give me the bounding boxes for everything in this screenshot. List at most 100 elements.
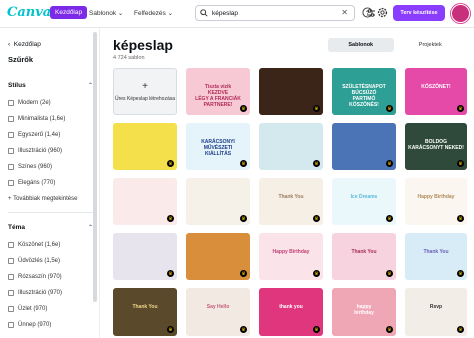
create-blank-postcard-button[interactable]: + Üres Képeslap létrehozása <box>113 68 177 115</box>
crown-icon: ♛ <box>457 270 464 277</box>
checkbox[interactable] <box>8 148 14 154</box>
template-card[interactable]: Thank You ♛ <box>259 178 323 225</box>
crown-icon: ♛ <box>313 270 320 277</box>
template-card[interactable]: Happy Birthday ♛ <box>405 178 467 225</box>
checkbox[interactable] <box>8 180 14 186</box>
crown-icon: ♛ <box>240 326 247 333</box>
top-bar: Canva Kezdőlap Sablonok ⌄ Felfedezés ⌄ k… <box>0 0 474 28</box>
checkbox[interactable] <box>8 322 14 328</box>
checkbox[interactable] <box>8 100 14 106</box>
template-card-text: Thank You <box>132 304 158 310</box>
template-card[interactable]: Thank You ♛ <box>113 288 177 336</box>
style-section-header[interactable]: Stílus <box>8 82 26 89</box>
tab-projects[interactable]: Projektek <box>398 38 464 52</box>
crown-icon: ♛ <box>313 105 320 112</box>
template-card[interactable]: SZÜLETÉSNAPOT BÚCSÚZÓ PARTIMÓ KÖSZÖNÉS! ♛ <box>332 68 396 115</box>
crown-icon: ♛ <box>240 160 247 167</box>
see-more-link[interactable]: + Továbbiak megtekintése <box>8 196 77 202</box>
crown-icon: ♛ <box>386 270 393 277</box>
nav-templates[interactable]: Sablonok ⌄ <box>89 9 123 17</box>
plus-icon: + <box>142 80 148 92</box>
avatar[interactable] <box>451 4 470 23</box>
nav-discover[interactable]: Felfedezés ⌄ <box>134 9 173 17</box>
template-card[interactable]: Happy Birthday ♛ <box>259 233 323 280</box>
template-card[interactable]: ♛ <box>186 233 250 280</box>
template-card[interactable]: thank you ♛ <box>259 288 323 336</box>
template-card[interactable]: Thank You ♛ <box>405 233 467 280</box>
template-card[interactable]: happy birthday ♛ <box>332 288 396 336</box>
template-card[interactable]: ♛ <box>259 123 323 170</box>
template-card-text: KÖSZÖNET! <box>421 83 451 90</box>
filter-greeting[interactable]: Üdvözlés (1,5e) <box>8 256 60 266</box>
template-card-text: BOLDOG KARÁCSONYT NEKED! <box>408 138 464 151</box>
checkbox[interactable] <box>8 242 14 248</box>
tab-bar: Sablonok Projektek <box>328 38 463 52</box>
checkbox[interactable] <box>8 164 14 170</box>
checkbox[interactable] <box>8 306 14 312</box>
template-card[interactable]: Ice Dreams ♛ <box>332 178 396 225</box>
divider <box>8 212 94 213</box>
nav-home[interactable]: Kezdőlap <box>50 6 88 19</box>
filter-holiday[interactable]: Ünnep (970) <box>8 320 51 330</box>
template-card-text: Tiszta vizik KEZDVE LÉGY A FRANCIÁK PART… <box>195 83 241 108</box>
crown-icon: ♛ <box>457 160 464 167</box>
template-card[interactable]: KARÁCSONYI MŰVÉSZETI KIÁLLÍTÁS ♛ <box>186 123 250 170</box>
crown-icon: ♛ <box>167 326 174 333</box>
template-card[interactable]: KÖSZÖNET! ♛ <box>405 68 467 115</box>
template-card[interactable]: ♛ <box>259 68 323 115</box>
crown-icon: ♛ <box>240 215 247 222</box>
template-card[interactable]: ♛ <box>113 233 177 280</box>
crown-icon: ♛ <box>240 270 247 277</box>
template-card[interactable]: Rsvp ♛ <box>405 288 467 336</box>
clear-icon[interactable]: ✕ <box>341 8 348 17</box>
filter-minimalist[interactable]: Minimalista (1,6e) <box>8 114 65 124</box>
search-input[interactable]: képeslap <box>212 10 238 17</box>
page-title: képeslap <box>113 37 173 53</box>
template-card[interactable]: Thank You ♛ <box>332 233 396 280</box>
checkbox[interactable] <box>8 132 14 138</box>
filter-thanks[interactable]: Köszönet (1,6e) <box>8 240 60 250</box>
back-home-link[interactable]: ‹ Kezdőlap <box>8 41 41 48</box>
crown-icon: ♛ <box>167 215 174 222</box>
template-count: 4 724 sablon <box>113 55 145 61</box>
create-design-button[interactable]: Terv készítése <box>393 5 445 21</box>
crown-icon: ♛ <box>386 105 393 112</box>
crown-icon: ♛ <box>457 105 464 112</box>
search-box[interactable]: képeslap ✕ <box>195 5 375 21</box>
template-card-text: Rsvp <box>429 304 443 310</box>
checkbox[interactable] <box>8 116 14 122</box>
theme-section-header[interactable]: Téma <box>8 224 25 231</box>
gear-icon[interactable] <box>377 7 388 18</box>
crown-icon: ♛ <box>386 326 393 333</box>
template-card[interactable]: BOLDOG KARÁCSONYT NEKED! ♛ <box>405 123 467 170</box>
checkbox[interactable] <box>8 274 14 280</box>
filter-elegant[interactable]: Elegáns (770) <box>8 178 55 188</box>
crown-icon: ♛ <box>240 105 247 112</box>
template-card[interactable]: ♛ <box>113 178 177 225</box>
template-card[interactable]: ♛ <box>332 123 396 170</box>
filter-colorful[interactable]: Színes (960) <box>8 162 52 172</box>
template-card-text: SZÜLETÉSNAPOT BÚCSÚZÓ PARTIMÓ KÖSZÖNÉS! <box>342 83 386 108</box>
checkbox[interactable] <box>8 290 14 296</box>
filter-illustration-theme[interactable]: Illusztráció (970) <box>8 288 62 298</box>
template-card-text: Happy Birthday <box>272 248 310 255</box>
template-card-text: Thank You <box>423 248 449 255</box>
template-card-text: Thank You <box>278 193 304 200</box>
checkbox[interactable] <box>8 258 14 264</box>
filter-illustration[interactable]: Illusztráció (960) <box>8 146 62 156</box>
template-card[interactable]: ♛ <box>113 123 177 170</box>
filter-modern[interactable]: Modern (2e) <box>8 98 51 108</box>
template-card[interactable]: Tiszta vizik KEZDVE LÉGY A FRANCIÁK PART… <box>186 68 250 115</box>
canva-logo[interactable]: Canva <box>7 5 51 20</box>
crown-icon: ♛ <box>386 160 393 167</box>
help-icon[interactable]: ? <box>362 7 373 18</box>
filter-pink[interactable]: Rózsaszín (970) <box>8 272 62 282</box>
crown-icon: ♛ <box>386 215 393 222</box>
sidebar-scrollbar[interactable] <box>93 32 97 302</box>
tab-templates[interactable]: Sablonok <box>328 38 394 52</box>
svg-text:?: ? <box>366 10 370 17</box>
filter-business[interactable]: Üzlet (970) <box>8 304 47 314</box>
filter-simple[interactable]: Egyszerű (1,4e) <box>8 130 60 140</box>
template-card[interactable]: ♛ <box>186 178 250 225</box>
template-card[interactable]: Say Hello ♛ <box>186 288 250 336</box>
